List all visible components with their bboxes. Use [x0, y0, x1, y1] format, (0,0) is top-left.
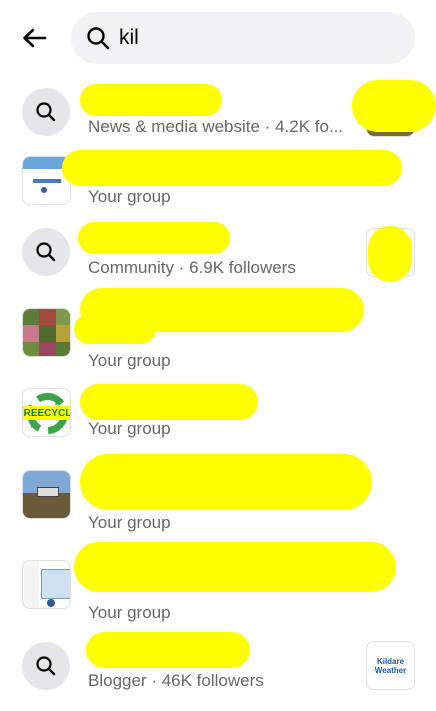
- group-thumbnail: [22, 308, 71, 357]
- search-input[interactable]: [119, 20, 399, 56]
- redaction-mark: [86, 632, 250, 668]
- search-suggestion-icon: [22, 228, 70, 276]
- result-subtitle: Blogger · 46K followers: [88, 671, 264, 690]
- thumbnail-text: Kildare: [376, 656, 405, 666]
- redaction-mark: [80, 84, 222, 116]
- search-result-item[interactable]: Blogger · 46K followers Kildare Weather: [0, 630, 436, 711]
- redaction-mark: [80, 454, 372, 510]
- result-subtitle: Your group: [88, 187, 171, 206]
- result-thumbnail: Kildare Weather: [366, 641, 415, 690]
- search-result-item[interactable]: Your group: [0, 288, 436, 378]
- redaction-mark: [74, 542, 396, 592]
- search-box[interactable]: [71, 12, 415, 64]
- result-subtitle: Your group: [88, 419, 171, 438]
- result-subtitle: Your group: [88, 351, 171, 370]
- redaction-mark: [62, 150, 402, 186]
- arrow-left-icon: [23, 28, 47, 48]
- redaction-mark: [74, 314, 156, 344]
- result-subtitle: Your group: [88, 513, 171, 532]
- search-result-item[interactable]: Community · 6.9K followers: [0, 218, 436, 288]
- group-thumbnail: [22, 470, 71, 519]
- back-button[interactable]: [14, 20, 54, 56]
- thumbnail-text: Weather: [374, 665, 407, 675]
- redaction-mark: [78, 222, 230, 254]
- search-header: [0, 0, 436, 76]
- search-suggestion-icon: [22, 642, 70, 690]
- result-subtitle: Your group: [88, 603, 171, 622]
- thumbnail-text: REECYCL: [23, 406, 71, 420]
- search-result-item[interactable]: REECYCL Your group: [0, 378, 436, 448]
- redaction-mark: [368, 226, 412, 282]
- search-result-item[interactable]: Your group: [0, 148, 436, 218]
- search-result-item[interactable]: Your group: [0, 538, 436, 630]
- result-subtitle: Community · 6.9K followers: [88, 258, 296, 277]
- redaction-mark: [80, 384, 258, 420]
- search-result-item[interactable]: News & media website · 4.2K fo...: [0, 76, 436, 148]
- search-suggestion-icon: [22, 88, 70, 136]
- result-subtitle: News & media website · 4.2K fo...: [88, 117, 344, 136]
- group-thumbnail: REECYCL: [22, 388, 71, 437]
- search-icon: [87, 27, 110, 50]
- search-result-item[interactable]: Your group: [0, 448, 436, 538]
- redaction-mark: [352, 80, 436, 132]
- group-thumbnail: [22, 560, 71, 609]
